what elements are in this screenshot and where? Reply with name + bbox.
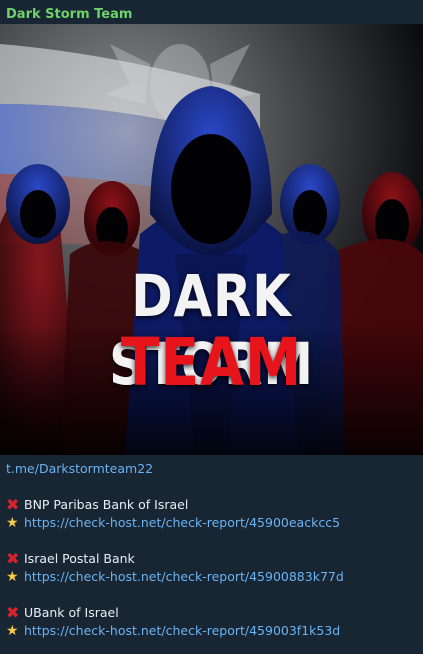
channel-message: Dark Storm Team DARK STORM TEAM t.me/Dar… bbox=[0, 0, 423, 654]
cross-mark-icon: ✖ bbox=[6, 495, 20, 514]
list-item: ★ https://check-host.net/check-report/45… bbox=[6, 568, 418, 586]
glowing-star-icon: ★ bbox=[6, 569, 19, 585]
channel-link[interactable]: t.me/Darkstormteam22 bbox=[6, 460, 153, 478]
check-report-link[interactable]: https://check-host.net/check-report/4590… bbox=[24, 622, 340, 640]
poster-title-line2: TEAM bbox=[120, 324, 303, 401]
cross-mark-icon: ✖ bbox=[6, 603, 20, 622]
list-item: ★ https://check-host.net/check-report/45… bbox=[6, 514, 418, 532]
list-item: ✖ Israel Postal Bank bbox=[6, 550, 418, 568]
channel-name[interactable]: Dark Storm Team bbox=[6, 7, 132, 22]
target-name: Israel Postal Bank bbox=[24, 551, 135, 566]
glowing-star-icon: ★ bbox=[6, 515, 19, 531]
target-name: BNP Paribas Bank of Israel bbox=[24, 497, 189, 512]
check-report-link[interactable]: https://check-host.net/check-report/4590… bbox=[24, 568, 344, 586]
list-item: ✖ BNP Paribas Bank of Israel bbox=[6, 496, 418, 514]
list-item: ✖ UBank of Israel bbox=[6, 604, 418, 622]
glowing-star-icon: ★ bbox=[6, 623, 19, 639]
list-item: ★ https://check-host.net/check-report/45… bbox=[6, 622, 418, 640]
target-name: UBank of Israel bbox=[24, 605, 119, 620]
check-report-link[interactable]: https://check-host.net/check-report/4590… bbox=[24, 514, 340, 532]
post-image[interactable]: DARK STORM TEAM bbox=[0, 24, 423, 455]
cross-mark-icon: ✖ bbox=[6, 549, 20, 568]
post-text: t.me/Darkstormteam22 ✖ BNP Paribas Bank … bbox=[6, 460, 418, 640]
channel-header: Dark Storm Team bbox=[0, 0, 423, 24]
